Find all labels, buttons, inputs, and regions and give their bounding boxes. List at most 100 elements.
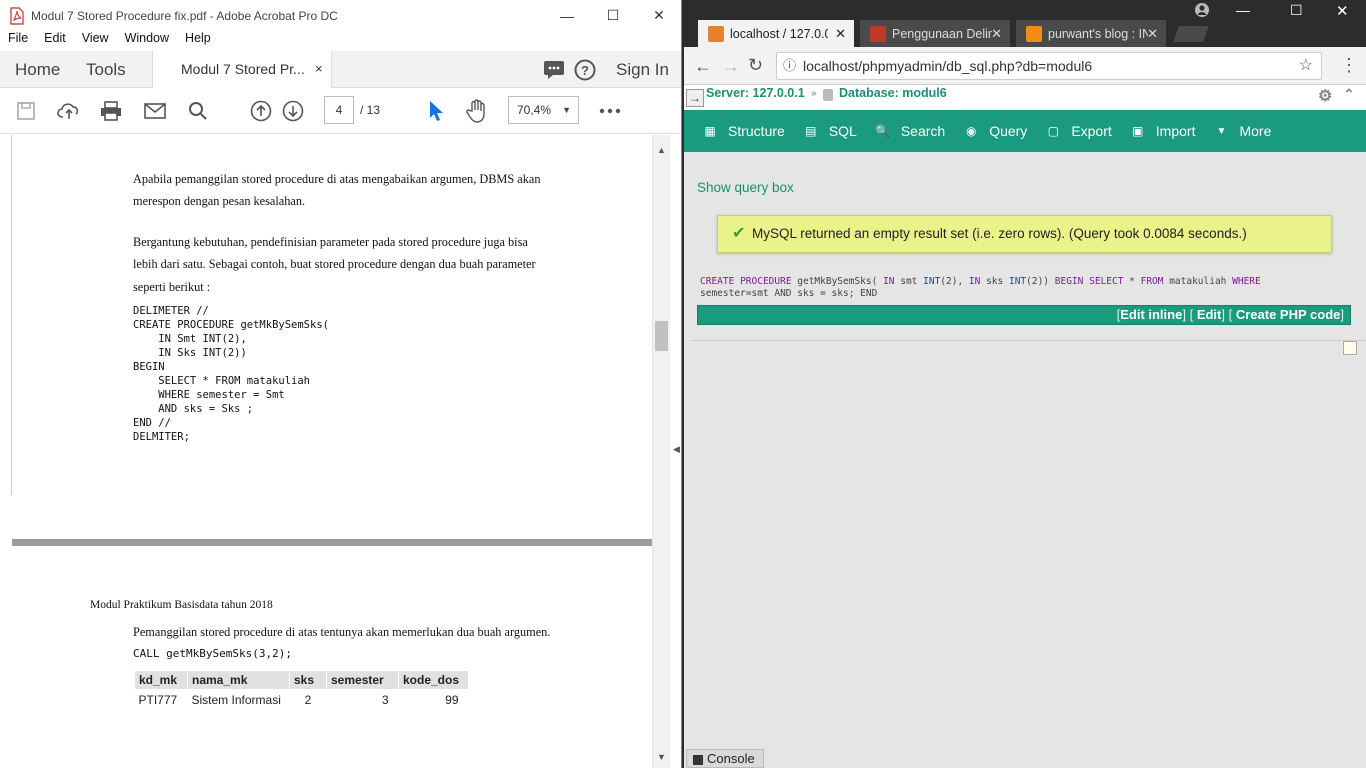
menu-window[interactable]: Window bbox=[117, 31, 177, 51]
result-table: kd_mk nama_mk sks semester kode_dos PTI7… bbox=[134, 670, 469, 710]
collapse-icon[interactable]: ⌃ bbox=[1343, 86, 1355, 103]
console-button[interactable]: Console bbox=[686, 749, 764, 768]
help-icon[interactable]: ? bbox=[574, 59, 596, 86]
create-php-code-link[interactable]: Create PHP code bbox=[1236, 307, 1341, 322]
close-button[interactable]: ✕ bbox=[1336, 2, 1349, 20]
paragraph-line: Apabila pemanggilan stored procedure di … bbox=[133, 172, 541, 186]
cloud-upload-icon[interactable] bbox=[57, 99, 81, 123]
navigation-toggle-icon[interactable]: → bbox=[686, 89, 704, 107]
forward-icon[interactable]: → bbox=[722, 56, 740, 77]
maximize-button[interactable]: ☐ bbox=[1290, 2, 1303, 19]
maximize-button[interactable]: ☐ bbox=[590, 0, 636, 31]
nav-label: Query bbox=[989, 123, 1028, 139]
chrome-menu-icon[interactable]: ⋮ bbox=[1340, 55, 1358, 76]
browser-tab-blog[interactable]: purwant's blog : IN ✕ bbox=[1016, 20, 1166, 47]
window-title: Modul 7 Stored Procedure fix.pdf - Adobe… bbox=[31, 8, 338, 23]
select-cursor-icon[interactable] bbox=[423, 99, 447, 123]
comment-icon[interactable] bbox=[543, 60, 565, 85]
print-icon[interactable] bbox=[99, 99, 123, 123]
nav-import[interactable]: ▣ Import bbox=[1130, 123, 1195, 139]
zoom-select[interactable]: 70,4% ▼ bbox=[508, 96, 579, 124]
tab-close-icon[interactable]: ✕ bbox=[835, 26, 846, 42]
nav-label: Search bbox=[900, 123, 946, 139]
tab-label: localhost / 127.0.0 bbox=[730, 26, 828, 41]
expand-right-icon[interactable]: ◀ bbox=[673, 444, 680, 455]
browser-tab-phpmyadmin[interactable]: localhost / 127.0.0 ✕ bbox=[698, 20, 854, 47]
phpmyadmin-favicon bbox=[708, 25, 724, 42]
menu-view[interactable]: View bbox=[74, 31, 117, 51]
sign-in-link[interactable]: Sign In bbox=[616, 60, 669, 80]
nav-structure[interactable]: ▦ Structure bbox=[702, 123, 784, 139]
tab-label: purwant's blog : IN bbox=[1048, 26, 1148, 41]
acrobat-titlebar: Modul 7 Stored Procedure fix.pdf - Adobe… bbox=[0, 0, 681, 31]
page-up-icon[interactable] bbox=[249, 99, 273, 123]
zoom-value: 70,4% bbox=[517, 103, 552, 117]
page-down-icon[interactable] bbox=[281, 99, 305, 123]
left-panel-collapsed[interactable] bbox=[0, 135, 12, 495]
edit-inline-link[interactable]: Edit inline bbox=[1120, 307, 1182, 322]
tab-home[interactable]: Home bbox=[15, 60, 60, 80]
new-tab-button[interactable] bbox=[1173, 26, 1209, 42]
tab-close-icon[interactable]: × bbox=[315, 61, 323, 76]
table-cell: Sistem Informasi bbox=[191, 693, 281, 707]
close-button[interactable]: ✕ bbox=[636, 0, 681, 31]
divider bbox=[690, 340, 1366, 341]
nav-sql[interactable]: ▤ SQL bbox=[803, 123, 857, 139]
structure-icon: ▦ bbox=[704, 124, 716, 138]
nav-label: Export bbox=[1071, 123, 1112, 139]
site-favicon bbox=[870, 25, 886, 42]
nav-more[interactable]: ▼ More bbox=[1213, 123, 1272, 139]
menu-help[interactable]: Help bbox=[177, 31, 219, 51]
more-tools-icon[interactable] bbox=[598, 99, 622, 123]
email-icon[interactable] bbox=[143, 99, 167, 123]
table-header: semester bbox=[326, 670, 399, 690]
chrome-window: localhost / 127.0.0 ✕ Penggunaan Delim ✕… bbox=[684, 0, 1366, 768]
bookmark-star-icon[interactable]: ☆ bbox=[1299, 53, 1313, 79]
tab-tools[interactable]: Tools bbox=[86, 60, 126, 80]
vertical-scrollbar[interactable]: ▲ ▼ bbox=[652, 135, 670, 768]
table-header: sks bbox=[289, 670, 327, 690]
paragraph-line: Pemanggilan stored procedure di atas ten… bbox=[133, 625, 551, 639]
tab-close-icon[interactable]: ✕ bbox=[991, 26, 1002, 42]
menu-file[interactable]: File bbox=[0, 31, 36, 51]
back-icon[interactable]: ← bbox=[694, 56, 712, 77]
export-icon: ▢ bbox=[1047, 124, 1059, 138]
sql-icon: ▤ bbox=[805, 124, 817, 138]
document-view[interactable]: ▶ Apabila pemanggilan stored procedure d… bbox=[0, 135, 670, 768]
profile-icon[interactable] bbox=[1194, 2, 1210, 23]
edit-link[interactable]: Edit bbox=[1197, 307, 1222, 322]
paragraph-line: Bergantung kebutuhan, pendefinisian para… bbox=[133, 235, 528, 249]
database-icon bbox=[823, 89, 833, 101]
browser-tabbar: localhost / 127.0.0 ✕ Penggunaan Delim ✕… bbox=[684, 0, 1366, 47]
menu-edit[interactable]: Edit bbox=[36, 31, 74, 51]
browser-tab-penggunaan[interactable]: Penggunaan Delim ✕ bbox=[860, 20, 1010, 47]
save-icon[interactable] bbox=[14, 99, 38, 123]
tab-document[interactable]: Modul 7 Stored Pr... × bbox=[152, 51, 332, 88]
reload-icon[interactable]: ↻ bbox=[748, 55, 763, 76]
url-bar[interactable]: ⓘ localhost/phpmyadmin/db_sql.php?db=mod… bbox=[776, 52, 1322, 80]
nav-search[interactable]: 🔍 Search bbox=[875, 123, 945, 139]
sql-query-text: CREATE PROCEDURE getMkBySemSks( IN smt I… bbox=[700, 276, 1350, 300]
search-icon[interactable] bbox=[186, 99, 210, 123]
table-cell: 99 bbox=[445, 693, 459, 707]
nav-label: More bbox=[1239, 123, 1272, 139]
console-label: Console bbox=[707, 751, 755, 766]
breadcrumb-database[interactable]: Database: modul6 bbox=[839, 86, 947, 100]
nav-export[interactable]: ▢ Export bbox=[1045, 123, 1112, 139]
minimize-button[interactable]: — bbox=[544, 0, 590, 31]
hand-tool-icon[interactable] bbox=[465, 99, 489, 123]
breadcrumb: → Server: 127.0.0.1 » Database: modul6 ⚙… bbox=[684, 85, 1366, 110]
tab-close-icon[interactable]: ✕ bbox=[1147, 26, 1158, 42]
scroll-thumb[interactable] bbox=[655, 321, 668, 351]
page-header: Modul Praktikum Basisdata tahun 2018 bbox=[90, 599, 273, 611]
page-number-input[interactable]: 4 bbox=[324, 96, 354, 124]
minimize-button[interactable]: — bbox=[1236, 2, 1250, 18]
breadcrumb-separator: » bbox=[811, 88, 817, 99]
page-settings-icon[interactable] bbox=[1343, 341, 1357, 355]
settings-gear-icon[interactable]: ⚙ bbox=[1318, 86, 1332, 106]
nav-query[interactable]: ◉ Query bbox=[963, 123, 1027, 139]
scroll-down-icon[interactable]: ▼ bbox=[657, 752, 666, 762]
breadcrumb-server[interactable]: Server: 127.0.0.1 bbox=[706, 86, 805, 100]
show-query-box-link[interactable]: Show query box bbox=[697, 180, 794, 195]
scroll-up-icon[interactable]: ▲ bbox=[657, 145, 666, 155]
